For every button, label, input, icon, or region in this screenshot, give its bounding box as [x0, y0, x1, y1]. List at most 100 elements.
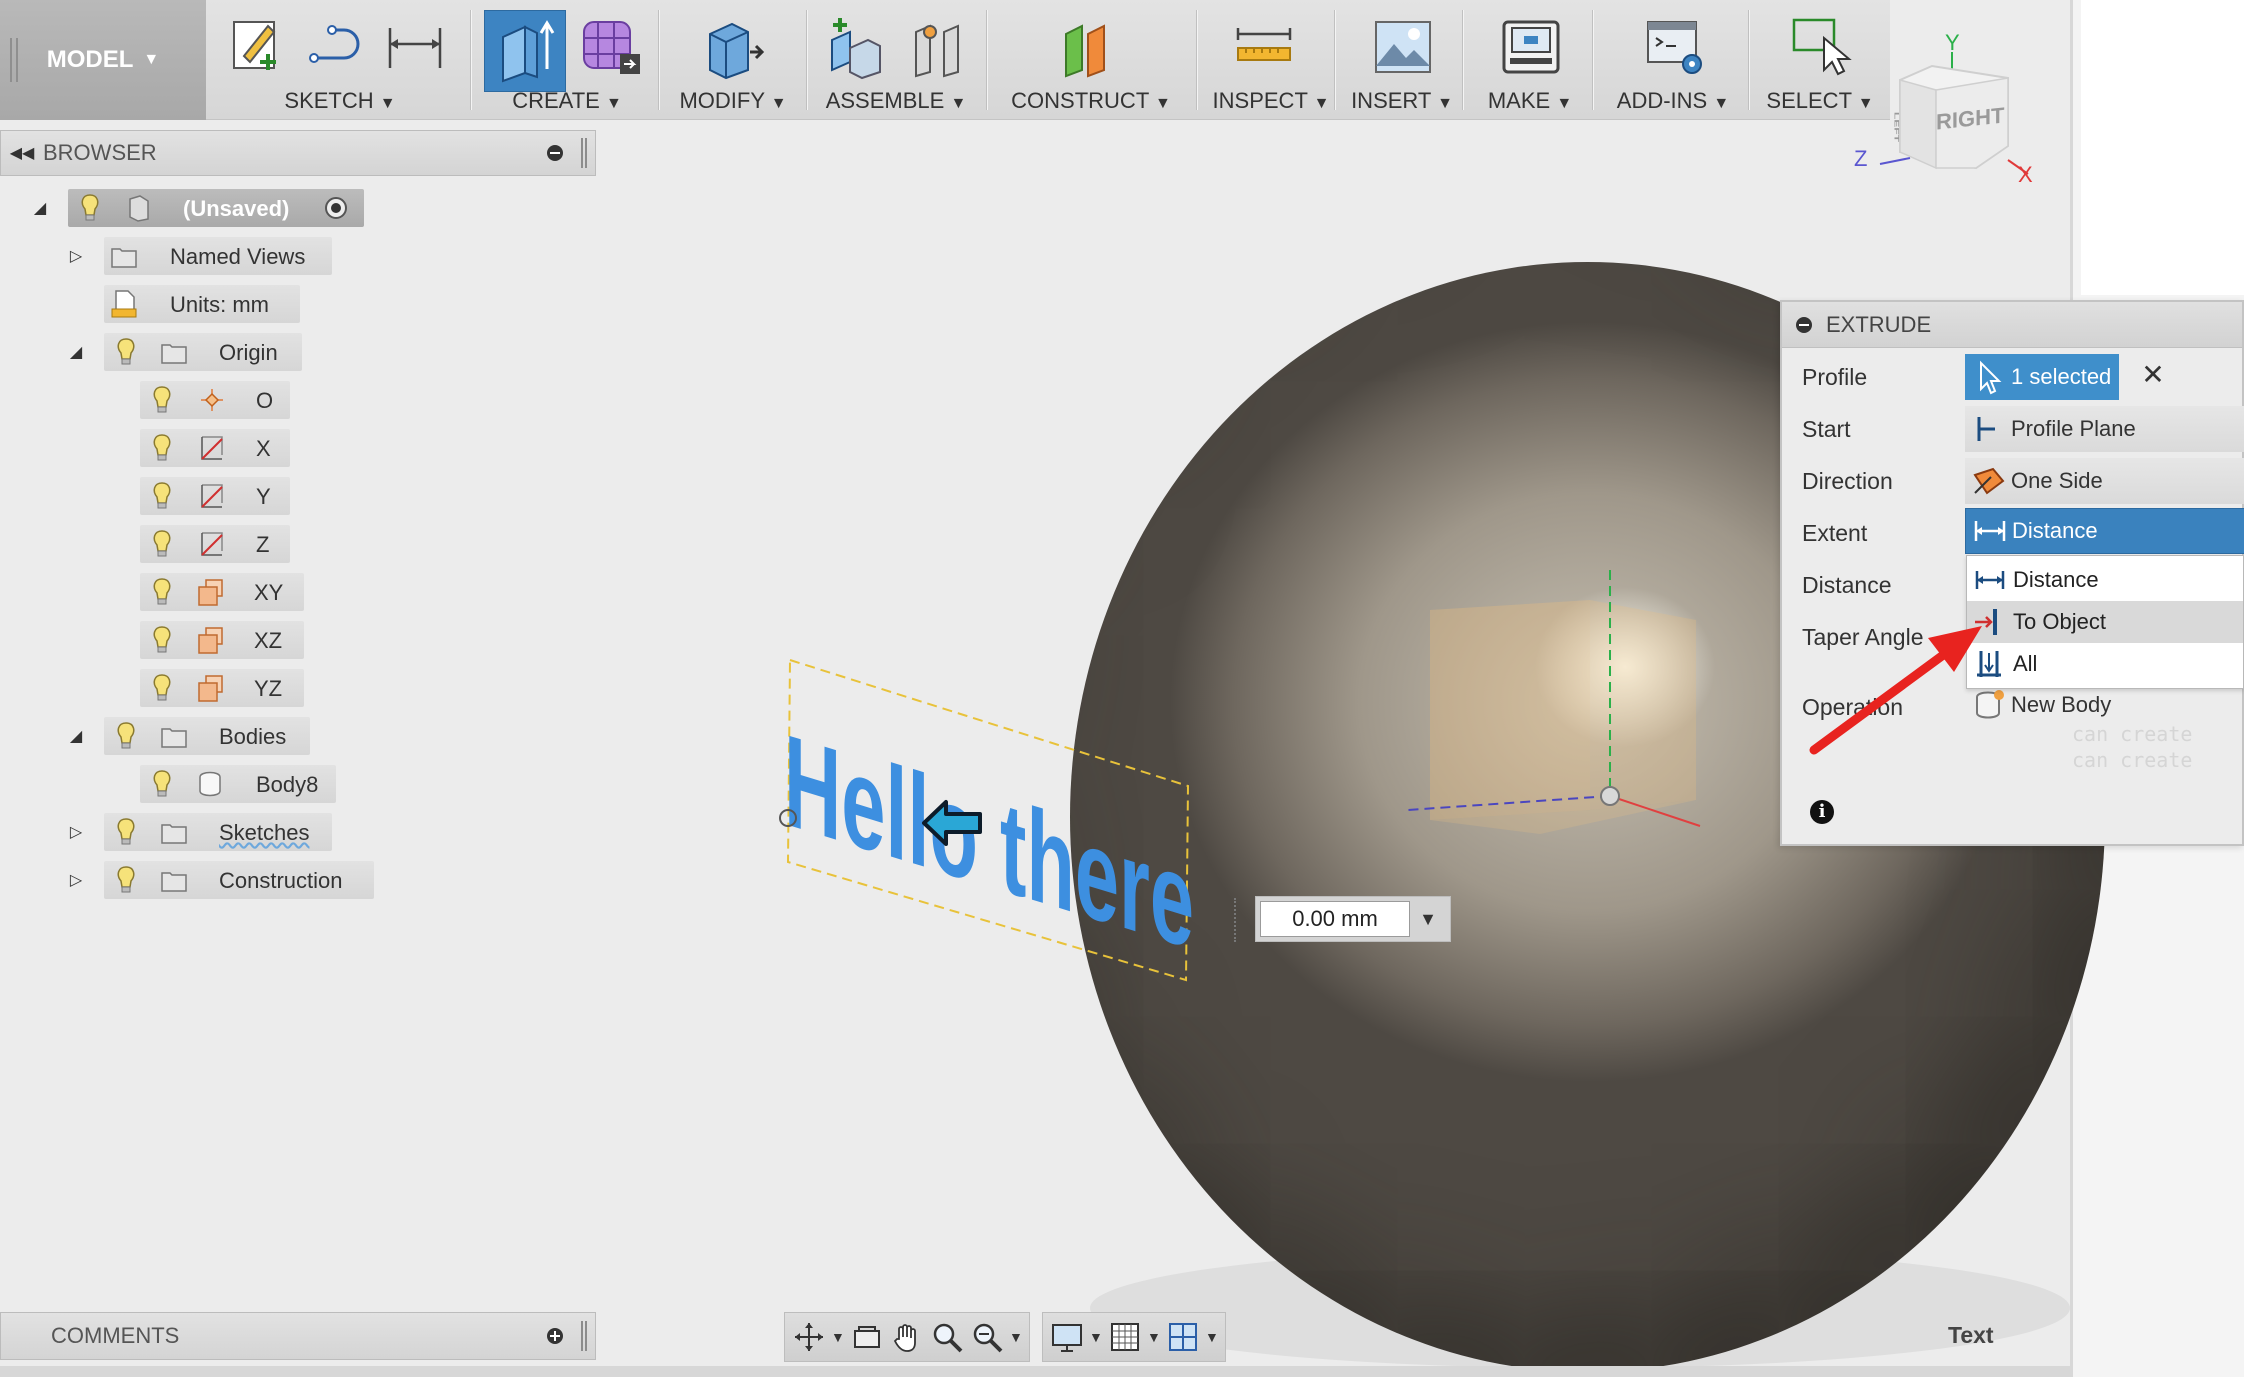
chevron-down-icon[interactable]: ▼ — [1205, 1329, 1219, 1345]
distance-manipulator-input[interactable]: 0.00 mm ▼ — [1255, 896, 1451, 942]
dimension-icon[interactable] — [382, 14, 448, 80]
visibility-bulb-icon[interactable] — [148, 625, 176, 655]
units-label: Units: mm — [170, 292, 269, 317]
display-settings-icon[interactable] — [1049, 1319, 1085, 1355]
look-at-icon[interactable] — [849, 1319, 885, 1355]
toolbar-grip[interactable] — [10, 38, 18, 82]
offset-plane-icon[interactable] — [1058, 14, 1124, 80]
extent-option-to-object[interactable]: To Object — [1967, 601, 2243, 643]
info-icon[interactable]: i — [1810, 800, 1834, 824]
expand-named-views-toggle[interactable]: ▷ — [66, 246, 86, 266]
make-group[interactable]: MAKE ▼ — [1472, 0, 1588, 120]
profile-selector[interactable]: 1 selected — [1965, 354, 2119, 400]
press-pull-icon[interactable] — [700, 14, 766, 80]
text-commands-label[interactable]: Text — [1948, 1322, 1994, 1349]
direction-value: One Side — [2011, 468, 2103, 493]
expand-comments-icon[interactable] — [547, 1328, 563, 1344]
visibility-bulb-icon[interactable] — [148, 769, 176, 799]
visibility-bulb-icon[interactable] — [148, 385, 176, 415]
workspace-switcher[interactable]: MODEL ▼ — [0, 0, 206, 120]
scripts-addins-icon[interactable] — [1642, 14, 1708, 80]
comments-panel-header[interactable]: COMMENTS — [0, 1312, 596, 1360]
visibility-bulb-icon[interactable] — [112, 337, 140, 367]
addins-menu-label: ADD-INS — [1616, 88, 1708, 113]
extent-option-distance[interactable]: Distance — [1967, 559, 2243, 601]
collapse-browser-icon[interactable]: ◀◀ — [1, 143, 43, 163]
expand-root-toggle[interactable]: ◢ — [30, 198, 50, 218]
browser-grip[interactable] — [581, 138, 587, 168]
viewports-icon[interactable] — [1165, 1319, 1201, 1355]
extrude-dialog-header[interactable]: EXTRUDE — [1782, 302, 2242, 348]
expand-construction-toggle[interactable]: ▷ — [66, 870, 86, 890]
pan-hand-icon[interactable] — [889, 1319, 925, 1355]
addins-group[interactable]: ADD-INS ▼ — [1602, 0, 1744, 120]
line-arc-icon[interactable] — [304, 14, 370, 80]
background-code-text: can create — [2072, 722, 2193, 746]
assemble-group[interactable]: ASSEMBLE ▼ — [816, 0, 976, 120]
visibility-bulb-icon[interactable] — [112, 865, 140, 895]
extent-option-all[interactable]: All — [1967, 643, 2243, 685]
chevron-down-icon[interactable]: ▼ — [1410, 909, 1446, 930]
visibility-bulb-icon[interactable] — [148, 577, 176, 607]
sketch-text-content: Hello there — [784, 707, 1194, 977]
direction-label: Direction — [1802, 468, 1893, 494]
distance-value-field[interactable]: 0.00 mm — [1260, 901, 1410, 937]
browser-title: BROWSER — [43, 140, 157, 165]
collapse-dialog-icon[interactable] — [1796, 316, 1812, 333]
visibility-bulb-icon[interactable] — [112, 817, 140, 847]
measure-icon[interactable] — [1232, 14, 1298, 80]
create-menu-label: CREATE — [512, 88, 600, 113]
visibility-bulb-icon[interactable] — [148, 529, 176, 559]
activate-radio-icon[interactable] — [322, 193, 350, 223]
background-code-text-2: can create — [2072, 748, 2193, 772]
minimize-browser-icon[interactable] — [547, 145, 563, 161]
sketch-group[interactable]: SKETCH ▼ — [212, 0, 458, 120]
option-to-object-label: To Object — [2013, 609, 2106, 634]
orbit-icon[interactable] — [791, 1319, 827, 1355]
modify-group[interactable]: MODIFY ▼ — [668, 0, 798, 120]
zoom-window-icon[interactable] — [969, 1319, 1005, 1355]
insert-group[interactable]: INSERT ▼ — [1344, 0, 1460, 120]
browser-header[interactable]: ◀◀ BROWSER — [0, 130, 596, 176]
direction-dropdown[interactable]: One Side — [1965, 458, 2244, 504]
construction-label: Construction — [219, 868, 343, 893]
create-sketch-icon[interactable] — [222, 14, 288, 80]
sketch-text-hello-there[interactable]: Hello there — [770, 650, 1210, 990]
expand-origin-toggle[interactable]: ◢ — [66, 342, 86, 362]
visibility-bulb-icon[interactable] — [76, 193, 104, 223]
comments-grip[interactable] — [581, 1321, 587, 1351]
inspect-menu-label: INSPECT — [1212, 88, 1308, 113]
start-dropdown[interactable]: Profile Plane — [1965, 406, 2244, 452]
joint-icon[interactable] — [906, 14, 972, 80]
toolbar: MODEL ▼ SKETCH ▼ CREATE ▼ MODIFY ▼ ASSEM… — [0, 0, 1890, 120]
view-cube[interactable]: Y Z X RIGHT LEFT — [1840, 28, 2040, 198]
expand-sketches-toggle[interactable]: ▷ — [66, 822, 86, 842]
insert-image-icon[interactable] — [1370, 14, 1436, 80]
construct-group[interactable]: CONSTRUCT ▼ — [996, 0, 1186, 120]
chevron-down-icon: ▼ — [143, 51, 160, 68]
expand-bodies-toggle[interactable]: ◢ — [66, 726, 86, 746]
visibility-bulb-icon[interactable] — [148, 481, 176, 511]
chevron-down-icon[interactable]: ▼ — [831, 1329, 845, 1345]
extrude-direction-arrow-icon[interactable] — [918, 796, 986, 850]
modify-menu-label: MODIFY — [679, 88, 765, 113]
chevron-down-icon[interactable]: ▼ — [1147, 1329, 1161, 1345]
visibility-bulb-icon[interactable] — [148, 433, 176, 463]
extrude-icon[interactable] — [484, 10, 566, 92]
chevron-down-icon[interactable]: ▼ — [1009, 1329, 1023, 1345]
new-component-icon[interactable] — [824, 14, 890, 80]
zoom-icon[interactable] — [929, 1319, 965, 1355]
inspect-group[interactable]: INSPECT ▼ — [1206, 0, 1336, 120]
3d-print-icon[interactable] — [1498, 14, 1564, 80]
origin-point-label: O — [256, 388, 274, 413]
visibility-bulb-icon[interactable] — [112, 721, 140, 751]
xz-plane-label: XZ — [254, 628, 283, 653]
grid-settings-icon[interactable] — [1107, 1319, 1143, 1355]
clear-selection-close-icon[interactable]: ✕ — [2138, 360, 2168, 390]
visibility-bulb-icon[interactable] — [148, 673, 176, 703]
extent-dropdown[interactable]: Distance — [1965, 508, 2244, 554]
form-icon[interactable] — [578, 14, 644, 80]
input-grip[interactable] — [1234, 898, 1238, 942]
create-group[interactable]: CREATE ▼ — [480, 0, 654, 120]
chevron-down-icon[interactable]: ▼ — [1089, 1329, 1103, 1345]
